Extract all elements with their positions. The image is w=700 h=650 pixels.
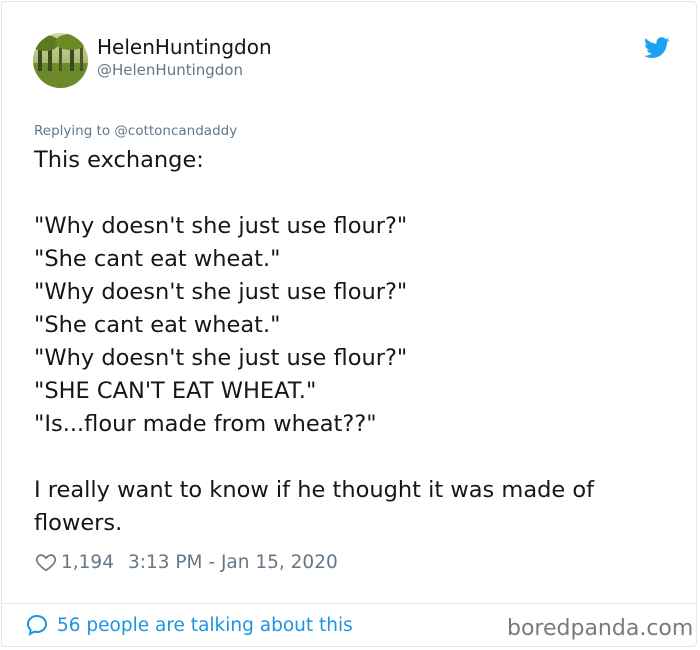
tweet-line <box>34 441 664 474</box>
conversation-link[interactable]: 56 people are talking about this <box>25 613 353 637</box>
tweet-line: flowers. <box>34 510 123 536</box>
tweet-line: "Why doesn't she just use flour?" <box>34 345 408 371</box>
tweet-line: This exchange: <box>34 147 204 173</box>
timestamp[interactable]: 3:13 PM - Jan 15, 2020 <box>128 552 338 573</box>
tweet-line: "Is...flour made from wheat??" <box>34 411 377 437</box>
tweet-line: "Why doesn't she just use flour?" <box>34 213 408 239</box>
tweet-text: This exchange: "Why doesn't she just use… <box>34 144 664 540</box>
tweet-line: "SHE CAN'T EAT WHEAT." <box>34 378 317 404</box>
tweet-card: HelenHuntingdon @HelenHuntingdon Replyin… <box>1 1 697 647</box>
tweet-line: "Why doesn't she just use flour?" <box>34 279 408 305</box>
tweet-line: I really want to know if he thought it w… <box>34 477 595 503</box>
like-count[interactable]: 1,194 <box>61 552 114 573</box>
avatar[interactable] <box>33 33 88 88</box>
user-handle[interactable]: @HelenHuntingdon <box>97 61 243 79</box>
tweet-line: "She cant eat wheat." <box>34 312 281 338</box>
tweet-meta: 1,194 3:13 PM - Jan 15, 2020 <box>35 551 338 573</box>
heart-icon[interactable] <box>35 551 57 573</box>
twitter-bird-icon[interactable] <box>644 37 670 59</box>
divider <box>2 603 696 604</box>
tweet-line <box>34 177 664 210</box>
tweet-line: "She cant eat wheat." <box>34 246 281 272</box>
replying-to[interactable]: Replying to @cottoncandaddy <box>34 123 237 139</box>
talking-label[interactable]: 56 people are talking about this <box>57 615 353 636</box>
display-name[interactable]: HelenHuntingdon <box>97 35 272 59</box>
watermark: boredpanda.com <box>507 616 694 641</box>
speech-bubble-icon <box>25 613 49 637</box>
